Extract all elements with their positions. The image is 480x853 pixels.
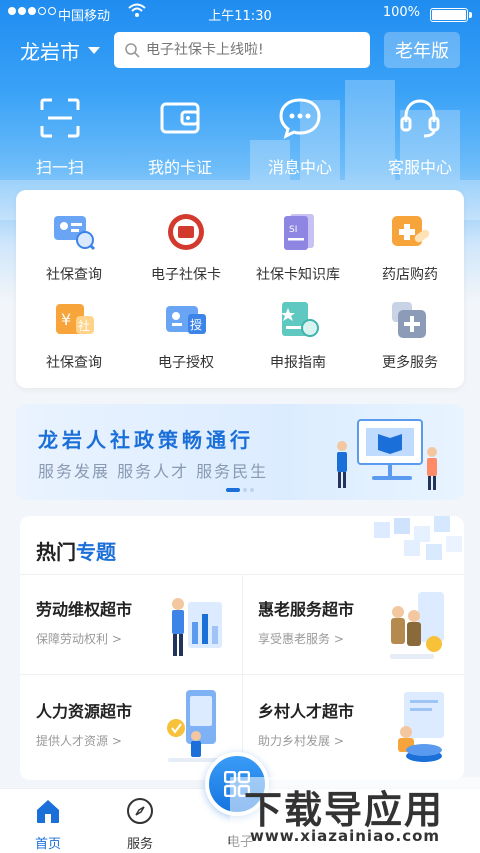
topic-name: 惠老服务超市 <box>258 600 355 619</box>
tab-service[interactable]: 服务 <box>92 797 188 852</box>
hot-topics-title-accent: 专题 <box>76 540 116 564</box>
tab-label: 首页 <box>34 837 61 852</box>
topic-subtitle: 提供人才资源 > <box>36 734 122 748</box>
topic-name: 人力资源超市 <box>36 702 133 721</box>
seal-icon <box>168 214 204 250</box>
top-bar: 龙岩市 老年版 <box>0 30 480 70</box>
service-label: 更多服务 <box>382 355 438 371</box>
quick-action-cards[interactable]: 我的卡证 <box>120 96 240 178</box>
tab-label: 服务 <box>126 837 153 852</box>
more-icon <box>392 302 426 338</box>
quick-action-label: 客服中心 <box>387 158 452 177</box>
mosaic-decoration <box>374 516 462 560</box>
banner-subtitle: 服务发展 服务人才 服务民生 <box>38 462 269 481</box>
wallet-icon <box>160 102 200 134</box>
service-item[interactable]: 申报指南 <box>242 300 354 372</box>
service-item[interactable]: 社保查询 <box>18 212 130 284</box>
hot-topics-card: 热门专题 劳动维权超市 保障劳动权利 > 惠老服务超市 享受惠老服务 > 人力资… <box>20 516 464 780</box>
headset-icon <box>400 99 440 138</box>
quick-action-messages[interactable]: 消息中心 <box>240 96 360 178</box>
battery-icon <box>430 8 472 22</box>
svg-text:授: 授 <box>190 317 202 332</box>
guide-icon <box>281 302 319 337</box>
service-item[interactable]: 药店购药 <box>354 212 466 284</box>
tab-home[interactable]: 首页 <box>0 797 96 852</box>
banner-illustration <box>337 419 437 490</box>
authorize-icon: 授 <box>166 306 206 334</box>
elder-mode-button[interactable]: 老年版 <box>384 32 460 68</box>
topic-elderly-service[interactable]: 惠老服务超市 享受惠老服务 > <box>242 574 464 674</box>
search-icon <box>125 43 140 58</box>
topic-rural-talent[interactable]: 乡村人才超市 助力乡村发展 > <box>242 676 464 776</box>
service-item[interactable]: SI 社保卡知识库 <box>242 212 354 284</box>
service-label: 电子社保卡 <box>151 267 221 283</box>
service-label: 电子授权 <box>158 355 214 371</box>
topic-subtitle: 助力乡村发展 > <box>258 734 344 748</box>
quick-action-label: 消息中心 <box>267 158 332 177</box>
quick-actions: 扫一扫 我的卡证 消息中心 客服中心 <box>0 96 480 178</box>
message-icon <box>279 98 321 139</box>
hot-topics-title-main: 热门 <box>36 540 76 564</box>
watermark-url: www.xiazainiao.com <box>250 827 441 845</box>
quick-action-label: 我的卡证 <box>147 158 212 177</box>
svg-text:¥: ¥ <box>61 310 71 329</box>
home-icon <box>37 800 59 823</box>
svg-text:社: 社 <box>78 318 90 333</box>
quick-action-support[interactable]: 客服中心 <box>360 96 480 178</box>
service-label: 社保查询 <box>46 267 102 283</box>
quick-action-scan[interactable]: 扫一扫 <box>0 96 120 178</box>
rural-illustration <box>398 692 444 762</box>
hot-topics-title: 热门专题 <box>36 536 116 565</box>
quick-action-label: 扫一扫 <box>35 158 84 177</box>
topic-subtitle: 保障劳动权利 > <box>36 632 122 646</box>
service-grid: 社保查询 电子社保卡 SI 社保卡知识库 药店购药 ¥ 社 社保查询 授 电子授… <box>16 190 464 388</box>
topic-name: 乡村人才超市 <box>258 702 355 721</box>
battery-percent: 100% <box>382 5 420 20</box>
svg-text:SI: SI <box>289 225 297 235</box>
banner-title: 龙岩人社政策畅通行 <box>38 428 254 452</box>
policy-banner[interactable]: 龙岩人社政策畅通行 服务发展 服务人才 服务民生 <box>16 404 464 500</box>
knowledge-icon: SI <box>284 214 314 250</box>
city-selector[interactable]: 龙岩市 <box>20 36 100 65</box>
search-input[interactable] <box>146 42 356 58</box>
topic-human-resources[interactable]: 人力资源超市 提供人才资源 > <box>20 676 242 776</box>
service-item[interactable]: 电子社保卡 <box>130 212 242 284</box>
topic-subtitle: 享受惠老服务 > <box>258 632 344 646</box>
resources-illustration <box>167 690 218 762</box>
city-label: 龙岩市 <box>20 40 80 64</box>
service-item[interactable]: 更多服务 <box>354 300 466 372</box>
service-label: 社保查询 <box>46 355 102 371</box>
compass-icon <box>127 798 153 824</box>
yuan-social-icon: ¥ 社 <box>56 304 94 334</box>
elderly-illustration <box>390 592 444 659</box>
topic-name: 劳动维权超市 <box>36 600 133 619</box>
medicine-icon <box>392 216 430 246</box>
carousel-dots <box>226 488 254 492</box>
topic-labor-rights[interactable]: 劳动维权超市 保障劳动权利 > <box>20 574 242 674</box>
service-item[interactable]: ¥ 社 社保查询 <box>18 300 130 372</box>
service-label: 申报指南 <box>270 355 326 371</box>
status-bar: 中国移动 上午11:30 100% <box>0 0 480 28</box>
scan-icon <box>40 98 80 138</box>
service-label: 药店购药 <box>382 267 438 283</box>
id-card-search-icon <box>54 216 96 251</box>
caret-down-icon <box>88 47 100 54</box>
service-item[interactable]: 授 电子授权 <box>130 300 242 372</box>
service-label: 社保卡知识库 <box>256 267 340 283</box>
watermark: 下载导应用 www.xiazainiao.com <box>230 777 480 853</box>
labor-illustration <box>172 598 222 656</box>
watermark-title: 下载导应用 <box>244 788 445 832</box>
search-box[interactable] <box>114 32 370 68</box>
